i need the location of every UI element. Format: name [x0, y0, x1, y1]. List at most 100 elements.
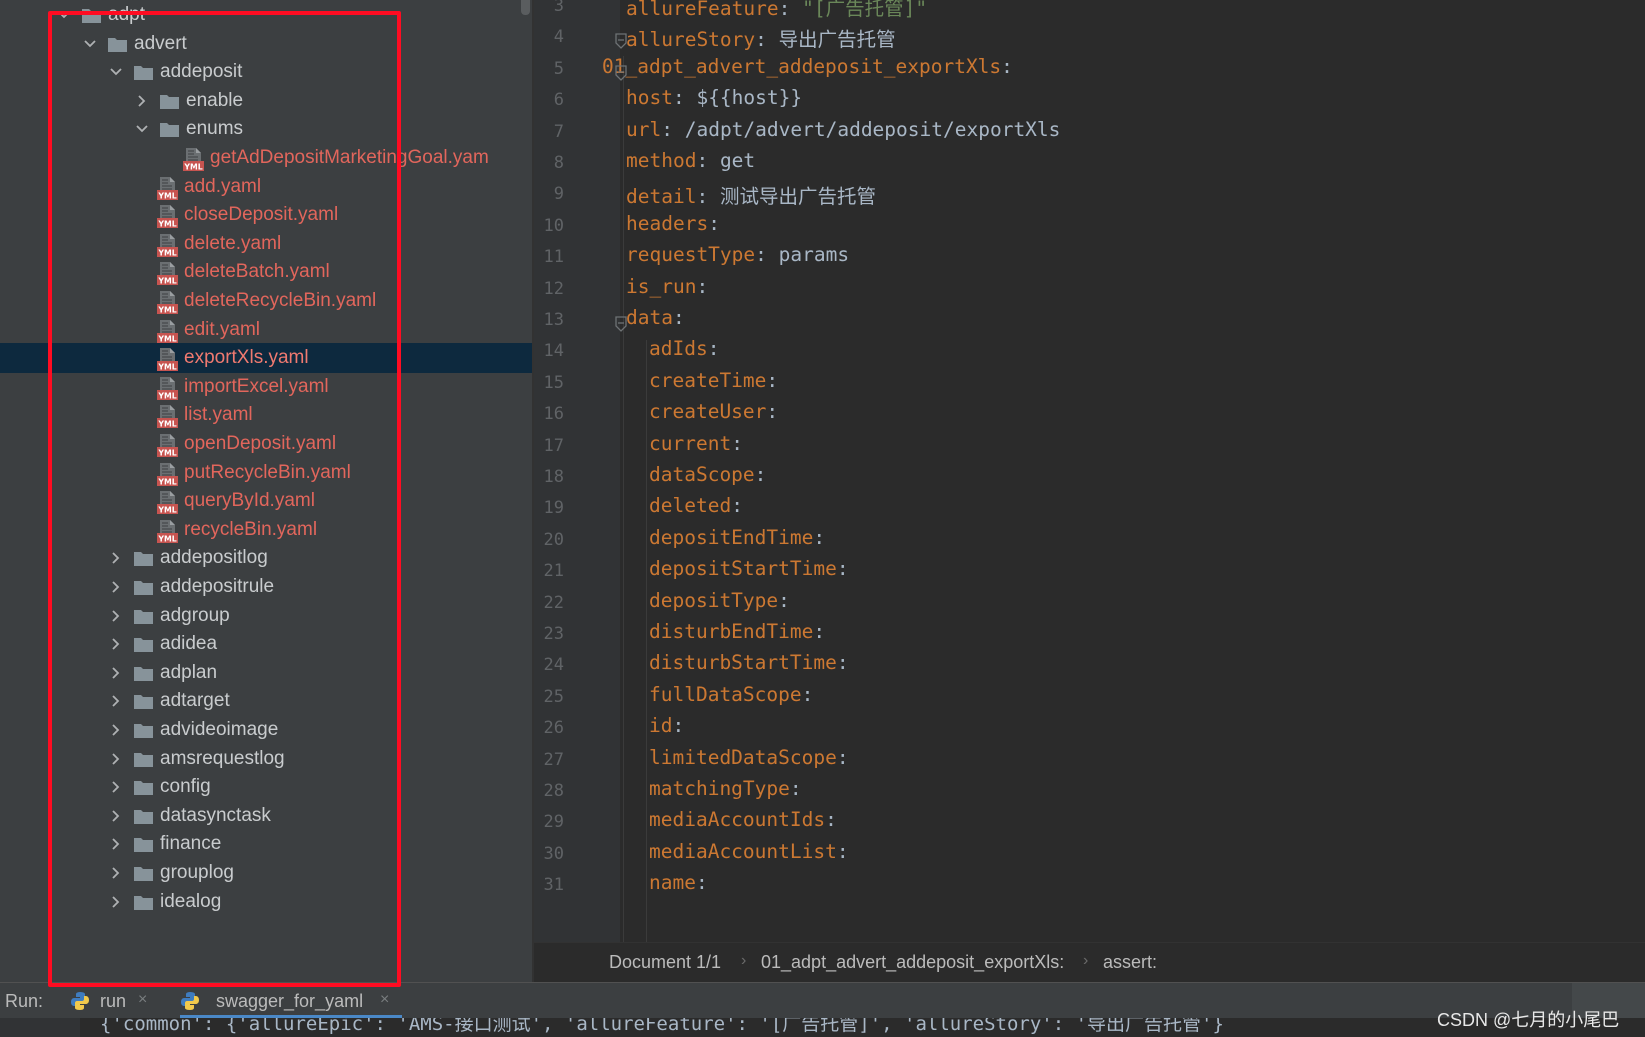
run-tab-swagger-for-yaml[interactable]: swagger_for_yaml ×	[180, 983, 402, 1018]
line-number: 22	[543, 592, 564, 613]
line-number: 9	[553, 184, 564, 205]
line-number: 3	[553, 0, 564, 16]
breadcrumb-separator: ›	[741, 952, 747, 969]
line-number: 21	[543, 561, 564, 582]
close-icon[interactable]: ×	[380, 991, 389, 1009]
run-tab-run[interactable]: run ×	[70, 983, 158, 1018]
breadcrumb-item-document[interactable]: Document 1/1	[609, 952, 721, 973]
code-line: url: /adpt/advert/addeposit/exportXls	[626, 118, 1060, 141]
breadcrumb-item-assert[interactable]: assert:	[1103, 952, 1157, 973]
code-line: depositType:	[649, 589, 790, 612]
breadcrumb-separator: ›	[1083, 952, 1089, 969]
yaml-separator: :	[801, 682, 814, 706]
close-icon[interactable]: ×	[138, 991, 147, 1009]
code-line: is_run:	[626, 275, 708, 298]
code-line: disturbStartTime:	[649, 651, 849, 674]
code-line: mediaAccountIds:	[649, 808, 837, 831]
run-tool-window-bar: Run: run × swagger_for_yaml ×	[0, 982, 1645, 1019]
code-line: fullDataScope:	[649, 683, 813, 706]
yaml-separator: :	[672, 714, 685, 738]
yaml-key: allureStory	[626, 28, 756, 52]
yaml-separator: :	[695, 871, 708, 895]
python-icon	[180, 991, 200, 1011]
yaml-separator: :	[707, 337, 720, 361]
line-number: 8	[553, 153, 564, 173]
code-line: depositStartTime:	[649, 557, 849, 580]
code-line: mediaAccountList:	[649, 840, 849, 863]
yaml-key: mediaAccountList	[649, 839, 837, 863]
fold-end-icon[interactable]	[614, 33, 628, 50]
run-tab-label: swagger_for_yaml	[216, 991, 364, 1011]
line-number: 11	[543, 247, 564, 268]
yaml-key: dataScope	[649, 463, 755, 486]
line-number: 12	[543, 278, 564, 299]
line-number: 5	[553, 58, 564, 79]
code-line: createTime:	[649, 369, 778, 392]
yaml-value: 导出广告托管	[778, 28, 896, 52]
code-line: name:	[649, 871, 708, 894]
yaml-separator: :	[755, 243, 779, 267]
yaml-separator: :	[778, 588, 790, 612]
code-line: method: get	[626, 149, 755, 172]
yaml-separator: :	[836, 557, 849, 581]
yaml-key: allureFeature	[626, 0, 779, 20]
yaml-key: is_run	[626, 274, 697, 298]
code-line: current:	[649, 432, 743, 455]
yaml-key: url	[626, 117, 662, 141]
line-number: 31	[543, 875, 564, 896]
indent-guide	[623, 56, 624, 942]
code-line: deleted:	[649, 494, 743, 517]
yaml-key: detail	[626, 185, 697, 209]
code-line: detail: 测试导出广告托管	[626, 180, 876, 209]
yaml-key: depositEndTime	[649, 525, 814, 549]
code-line: headers:	[626, 212, 720, 235]
yaml-separator: :	[731, 494, 743, 518]
yaml-separator: :	[696, 149, 720, 172]
code-line: host: ${{host}}	[626, 86, 802, 109]
yaml-key: name	[649, 871, 696, 895]
breadcrumb-item-key[interactable]: 01_adpt_advert_addeposit_exportXls:	[761, 952, 1064, 973]
yaml-key: adIds	[649, 337, 708, 361]
yaml-key: method	[626, 149, 697, 172]
console-gutter	[0, 1018, 80, 1037]
code-line: allureStory: 导出广告托管	[626, 23, 896, 52]
code-line: createUser:	[649, 400, 778, 423]
yaml-separator: :	[836, 839, 849, 863]
yaml-key: createTime	[649, 368, 767, 392]
line-number-gutter: 3 4 5 6 7 8 9 10 11 12 13 14 15 16 17 18 19 20 21 22 23 24 25 2…	[534, 0, 620, 942]
line-number: 17	[543, 435, 564, 456]
line-number: 19	[543, 498, 564, 519]
line-number: 20	[543, 529, 564, 550]
yaml-key: host	[626, 86, 673, 110]
breadcrumb: Document 1/1 › 01_adpt_advert_addeposit_…	[534, 942, 1645, 982]
code-editor[interactable]: 3 4 5 6 7 8 9 10 11 12 13 14 15 16 17 18 19 20 21 22 23 24 25 2…	[534, 0, 1645, 942]
console-text: {'common': {'allureEpic': 'AMS-接口测试', 'a…	[100, 1018, 1224, 1035]
line-number: 13	[543, 310, 564, 330]
code-line: matchingType:	[649, 777, 802, 800]
yaml-key: requestType	[626, 243, 756, 267]
code-line: limitedDataScope:	[649, 746, 849, 769]
yaml-key: current	[649, 431, 732, 455]
yaml-key: mediaAccountIds	[649, 808, 826, 832]
yaml-separator: :	[731, 431, 743, 455]
line-number: 7	[553, 121, 564, 142]
line-number: 10	[543, 215, 564, 236]
line-number: 15	[543, 372, 564, 393]
line-number: 26	[543, 718, 564, 739]
yaml-separator: :	[696, 185, 720, 209]
yaml-value: ${{host}}	[696, 86, 803, 110]
indent-guide	[646, 340, 647, 942]
line-number: 18	[543, 467, 564, 487]
yaml-value: 测试导出广告托管	[719, 185, 876, 209]
line-number: 4	[553, 27, 564, 48]
run-tab-label: run	[100, 991, 127, 1011]
watermark: CSDN @七月的小尾巴	[1437, 1010, 1620, 1030]
tree-scrollbar[interactable]	[521, 0, 530, 15]
yaml-value: get	[719, 149, 756, 172]
yaml-separator: :	[836, 651, 849, 675]
fold-start-icon[interactable]	[614, 65, 628, 81]
yaml-key: data	[626, 306, 673, 329]
yaml-key: limitedDataScope	[649, 745, 837, 769]
code-line: dataScope:	[649, 463, 766, 486]
fold-start-icon[interactable]	[614, 316, 628, 332]
